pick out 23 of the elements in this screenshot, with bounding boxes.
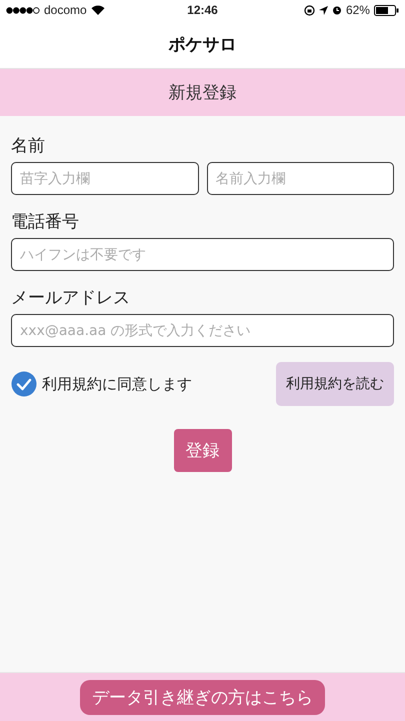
input-field[interactable]: 名前入力欄 bbox=[206, 162, 394, 195]
rotation-lock-icon bbox=[304, 4, 315, 16]
carrier-name: docomo bbox=[44, 3, 87, 17]
field-label: 名前 bbox=[11, 135, 46, 157]
data-transfer-button[interactable]: データ引き継ぎの方はこちら bbox=[80, 680, 325, 714]
input-field[interactable]: 苗字入力欄 bbox=[11, 162, 198, 195]
field-label: 電話番号 bbox=[11, 211, 80, 233]
battery-icon bbox=[374, 4, 399, 16]
input-field[interactable]: xxx@aaa.aa の形式で入力ください bbox=[11, 314, 394, 347]
signal-icon bbox=[6, 6, 40, 14]
agree-label: 利用規約に同意します bbox=[42, 374, 192, 394]
checkbox[interactable] bbox=[11, 371, 37, 397]
alarm-icon bbox=[332, 5, 342, 15]
location-icon bbox=[318, 6, 328, 14]
status-time: 12:46 bbox=[187, 3, 218, 17]
battery-percent: 62% bbox=[346, 3, 370, 17]
wifi-icon bbox=[90, 5, 105, 15]
page-title: 新規登録 bbox=[168, 82, 236, 104]
app-title: ポケサロ bbox=[168, 34, 236, 56]
field-label: メールアドレス bbox=[11, 287, 131, 309]
register-button[interactable]: 登録 bbox=[174, 429, 232, 472]
read-terms-button[interactable]: 利用規約を読む bbox=[276, 362, 394, 406]
input-field[interactable]: ハイフンは不要です bbox=[11, 238, 394, 271]
